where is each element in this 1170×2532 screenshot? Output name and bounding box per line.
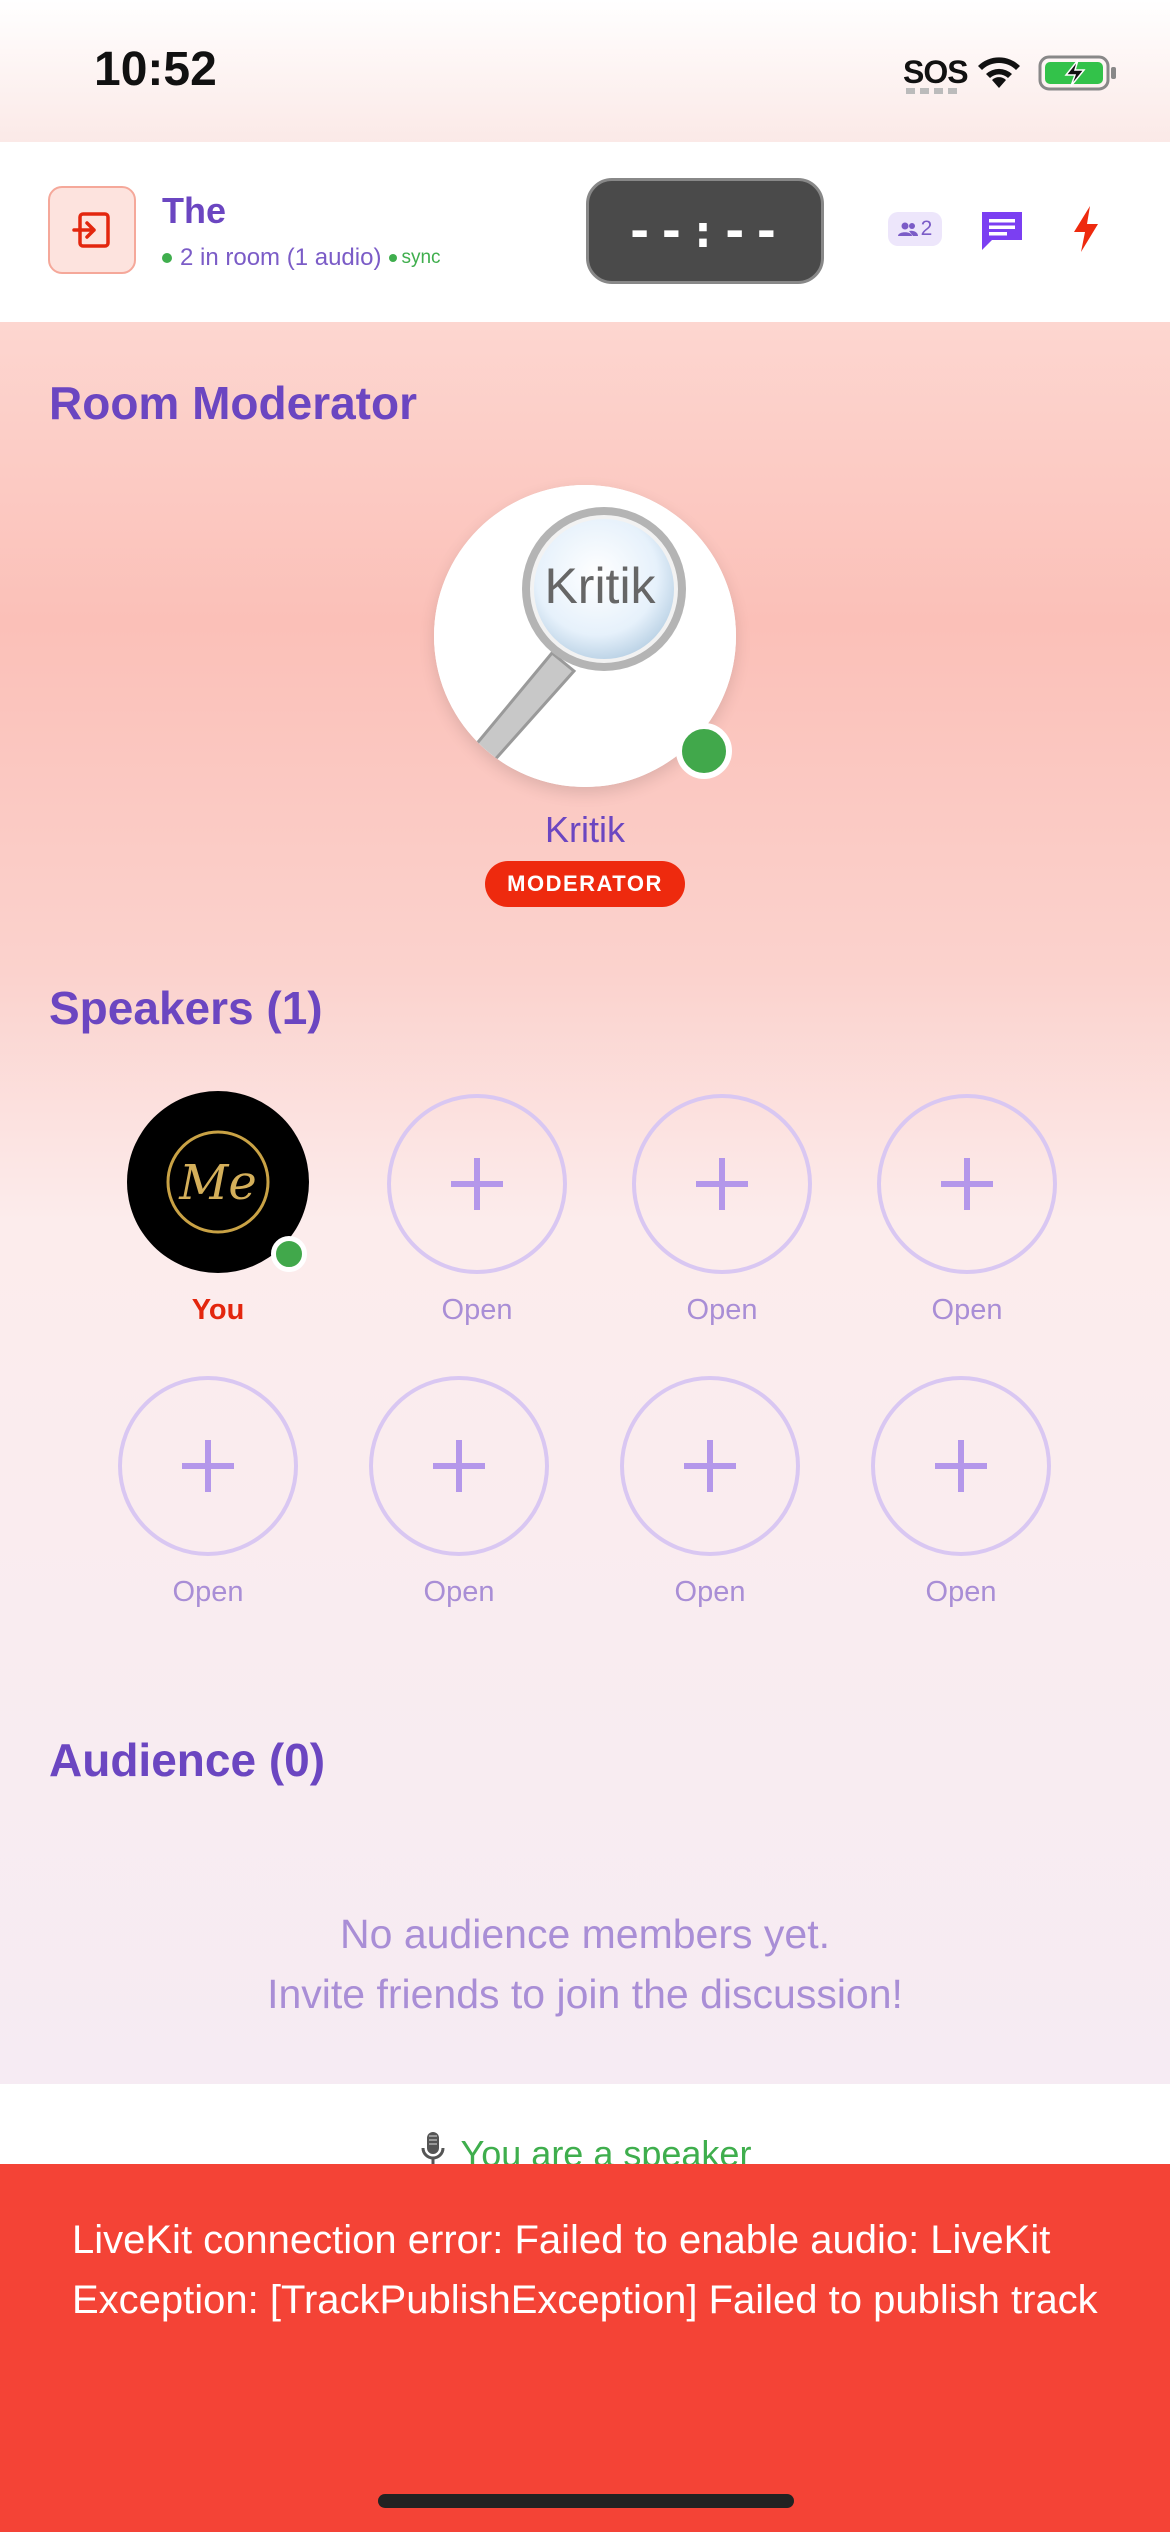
sync-label: sync <box>401 247 441 268</box>
audience-empty-line1: No audience members yet. <box>340 1911 830 1957</box>
open-seat-button[interactable] <box>369 1376 549 1556</box>
open-seat-label: Open <box>172 1576 244 1608</box>
speakers-section-title: Speakers (1) <box>49 982 323 1034</box>
plus-icon <box>433 1440 485 1492</box>
open-seat-label: Open <box>441 1294 513 1326</box>
open-seat-button[interactable] <box>387 1094 567 1274</box>
svg-text:Kritik: Kritik <box>544 558 656 614</box>
open-seat-button[interactable] <box>118 1376 298 1556</box>
plus-icon <box>941 1158 993 1210</box>
leave-icon <box>72 212 110 248</box>
self-speaker-label: You <box>191 1294 245 1326</box>
moderator-name: Kritik <box>545 809 625 850</box>
open-seat-button[interactable] <box>877 1094 1057 1274</box>
svg-text:Me: Me <box>178 1155 257 1211</box>
speaker-status-bar: You are a speaker <box>0 2084 1170 2174</box>
plus-icon <box>451 1158 503 1210</box>
room-timer: --:-- <box>586 178 824 284</box>
sync-dot <box>389 254 398 262</box>
moderator-badge: MODERATOR <box>485 861 685 907</box>
sos-signal-dots <box>906 88 958 94</box>
status-time: 10:52 <box>94 43 217 96</box>
leave-room-button[interactable] <box>48 186 136 274</box>
open-seat-label: Open <box>423 1576 495 1608</box>
open-seat-label: Open <box>686 1294 758 1326</box>
participants-button[interactable]: 2 <box>888 212 942 246</box>
room-occupancy: 2 in room (1 audio) <box>180 244 382 271</box>
sos-indicator: SOS <box>903 54 969 90</box>
open-seat-button[interactable] <box>632 1094 812 1274</box>
bolt-icon[interactable] <box>1070 204 1102 254</box>
room-status: 2 in room (1 audio) sync <box>162 244 441 272</box>
moderator-online-indicator <box>676 723 732 779</box>
audience-empty-message: No audience members yet. Invite friends … <box>0 1904 1170 2024</box>
people-icon <box>897 222 918 236</box>
plus-icon <box>696 1158 748 1210</box>
chat-icon[interactable] <box>978 208 1026 254</box>
room-header: The 2 in room (1 audio) sync --:-- 2 <box>0 142 1170 324</box>
self-online-indicator <box>271 1236 307 1272</box>
error-message: LiveKit connection error: Failed to enab… <box>72 2218 1098 2322</box>
plus-icon <box>684 1440 736 1492</box>
open-seat-button[interactable] <box>871 1376 1051 1556</box>
open-seat-button[interactable] <box>620 1376 800 1556</box>
wifi-icon <box>978 57 1020 88</box>
open-seat-label: Open <box>931 1294 1003 1326</box>
status-bar: 10:52 SOS <box>0 0 1170 142</box>
plus-icon <box>182 1440 234 1492</box>
home-indicator[interactable] <box>378 2494 794 2508</box>
moderator-section-title: Room Moderator <box>49 377 417 429</box>
live-dot <box>162 253 172 263</box>
open-seat-label: Open <box>925 1576 997 1608</box>
room-title: The <box>162 190 227 231</box>
battery-charging-icon <box>1038 55 1116 91</box>
audience-empty-line2: Invite friends to join the discussion! <box>267 1971 903 2017</box>
audience-section-title: Audience (0) <box>49 1734 326 1786</box>
plus-icon <box>935 1440 987 1492</box>
room-content: Room Moderator Kritik Kritik MODERATOR S… <box>0 322 1170 2084</box>
me-logo-image: Me <box>166 1130 270 1234</box>
open-seat-label: Open <box>674 1576 746 1608</box>
error-snackbar[interactable]: LiveKit connection error: Failed to enab… <box>0 2164 1170 2532</box>
participant-count: 2 <box>920 217 933 240</box>
